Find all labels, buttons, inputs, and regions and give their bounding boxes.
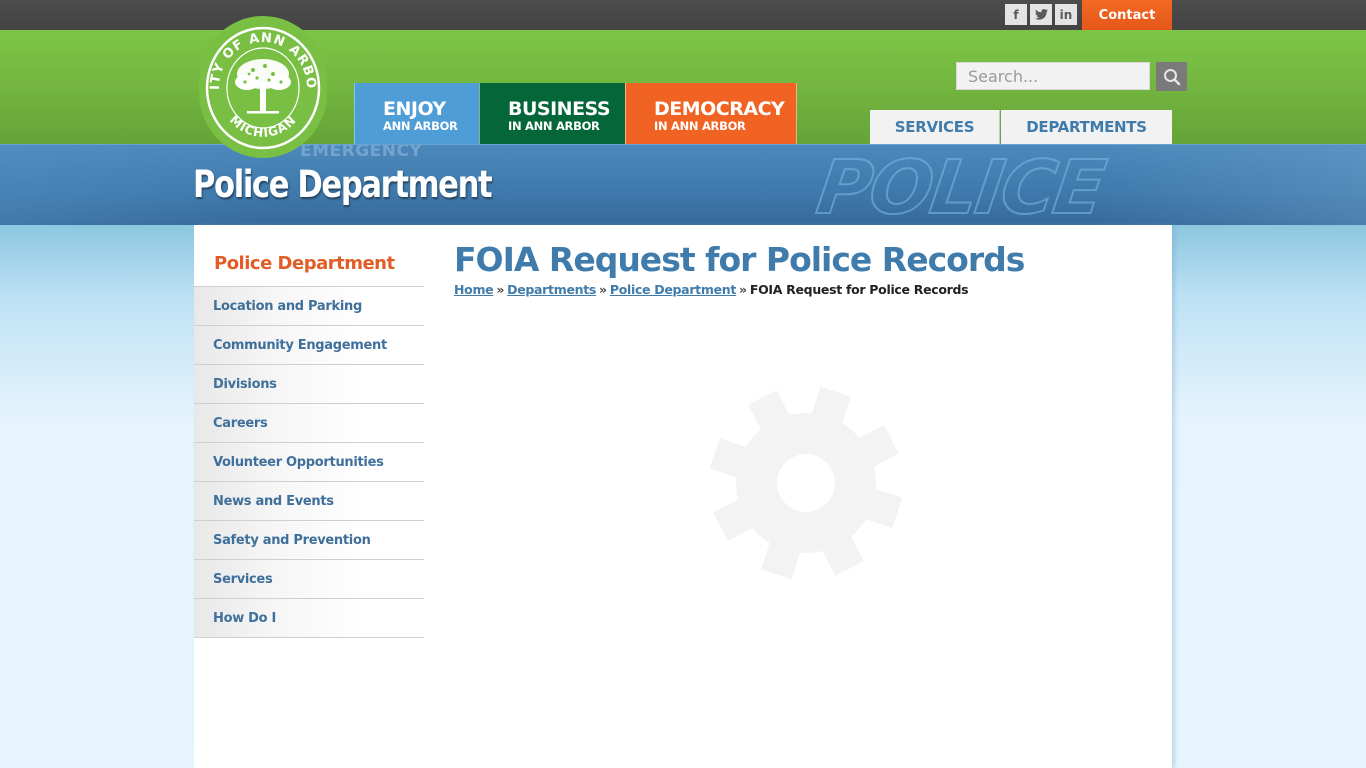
breadcrumb-police-department[interactable]: Police Department [610,282,737,297]
sidebar-item-careers[interactable]: Careers [194,404,424,443]
search-input[interactable] [956,62,1150,90]
sidebar-item-community-engagement[interactable]: Community Engagement [194,326,424,365]
content-panel: Police Department Location and Parking C… [194,225,1172,768]
linkedin-link[interactable]: in [1055,4,1077,25]
sidebar-item-location-parking[interactable]: Location and Parking [194,287,424,326]
nav-democracy[interactable]: DEMOCRACY IN ANN ARBOR [625,83,797,144]
sidebar-item-services[interactable]: Services [194,560,424,599]
sidebar-item-news-events[interactable]: News and Events [194,482,424,521]
breadcrumb-separator: » [496,282,505,297]
twitter-icon [1034,9,1048,20]
nav-enjoy[interactable]: ENJOY ANN ARBOR [354,83,479,144]
banner-title: Police Department [193,163,493,206]
nav-enjoy-subtitle: ANN ARBOR [383,119,458,133]
nav-services[interactable]: SERVICES [870,110,1000,144]
breadcrumb-home[interactable]: Home [454,282,494,297]
contact-button[interactable]: Contact [1082,0,1172,30]
gear-icon [709,386,903,580]
breadcrumb: Home» Departments» Police Department» FOIA … [454,282,969,297]
city-seal-icon: CITY OF ANN ARBOR MICHIGAN [203,22,321,150]
banner-bg-police-text: POLICE [811,145,1110,225]
nav-enjoy-title: ENJOY [383,98,446,120]
svg-text:MICHIGAN: MICHIGAN [227,113,299,140]
facebook-link[interactable]: f [1005,4,1027,25]
nav-business-title: BUSINESS [508,98,611,120]
sidebar-item-volunteer[interactable]: Volunteer Opportunities [194,443,424,482]
page-banner: EMERGENCY POLICE Police Department [0,144,1366,225]
city-logo[interactable]: CITY OF ANN ARBOR MICHIGAN [199,16,327,158]
nav-democracy-subtitle: IN ANN ARBOR [654,119,746,133]
search-button[interactable] [1156,62,1187,91]
sidebar-menu: Location and Parking Community Engagemen… [194,286,424,638]
breadcrumb-separator: » [599,282,607,297]
linkedin-icon: in [1059,7,1073,22]
page-title: FOIA Request for Police Records [454,240,1025,279]
sidebar-heading[interactable]: Police Department [214,253,395,274]
twitter-link[interactable] [1030,4,1052,25]
search-icon [1163,68,1180,85]
facebook-icon: f [1013,7,1019,22]
breadcrumb-current: FOIA Request for Police Records [749,282,969,297]
sidebar-item-safety-prevention[interactable]: Safety and Prevention [194,521,424,560]
sidebar-item-divisions[interactable]: Divisions [194,365,424,404]
nav-departments[interactable]: DEPARTMENTS [1001,110,1172,144]
breadcrumb-separator: » [739,282,747,297]
nav-business-subtitle: IN ANN ARBOR [508,119,600,133]
nav-democracy-title: DEMOCRACY [654,98,785,120]
nav-business[interactable]: BUSINESS IN ANN ARBOR [479,83,625,144]
sidebar-item-how-do-i[interactable]: How Do I [194,599,424,638]
breadcrumb-departments[interactable]: Departments [507,282,596,297]
